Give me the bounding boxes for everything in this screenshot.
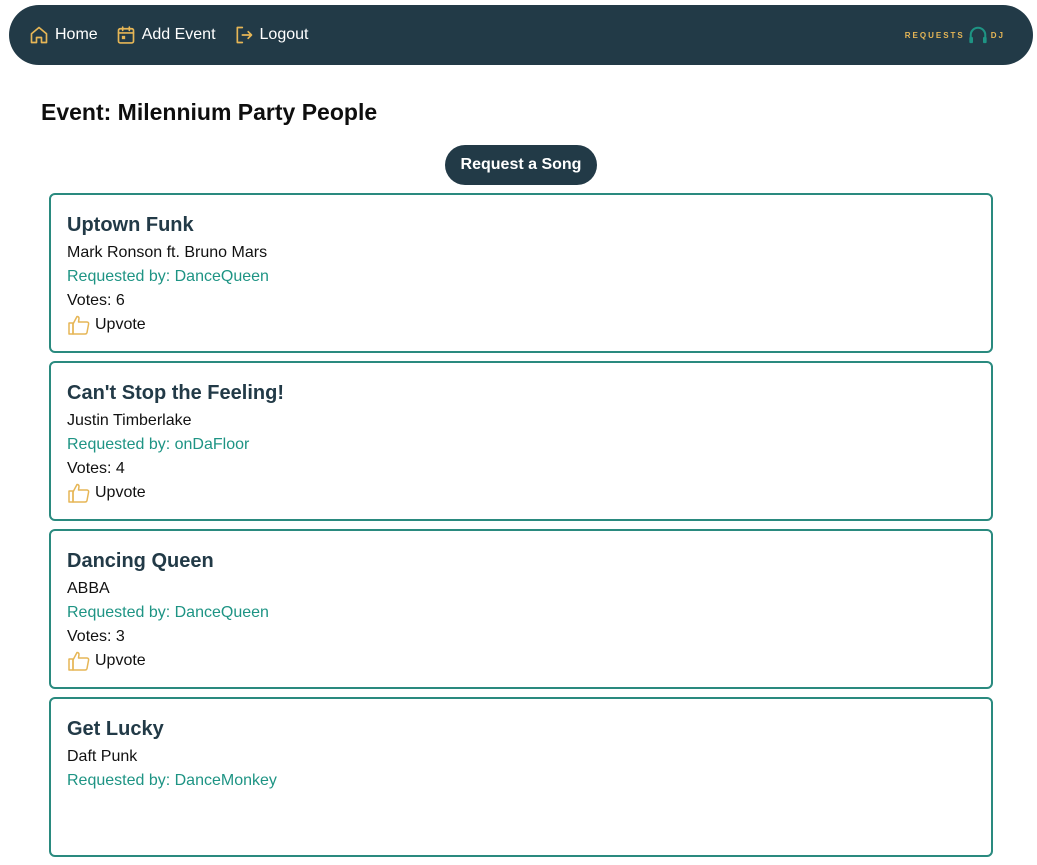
top-navbar: Home Add Event Logout REQUESTS DJ [9,5,1033,65]
calendar-icon [117,26,135,44]
song-artist: Justin Timberlake [67,412,192,429]
thumbs-up-icon [68,651,90,671]
upvote-button[interactable]: Upvote [67,313,146,337]
requests-dj-logo[interactable]: REQUESTS DJ [905,25,1005,45]
upvote-label: Upvote [95,316,146,333]
home-icon [30,26,48,44]
nav-logout[interactable]: Logout [234,25,309,45]
upvote-label: Upvote [95,484,146,501]
nav-home[interactable]: Home [29,25,98,45]
logo-text-left: REQUESTS [904,30,965,40]
song-title: Dancing Queen [67,550,214,572]
song-artist: Daft Punk [67,748,138,765]
song-card: Get Lucky Daft Punk Requested by: DanceM… [49,697,993,857]
nav-add-event[interactable]: Add Event [116,25,216,45]
logo-text-right: DJ [990,30,1005,40]
song-requester: Requested by: DanceQueen [67,268,269,285]
song-requester: Requested by: DanceMonkey [67,772,277,789]
song-votes: Votes: 3 [67,628,125,645]
song-card: Dancing Queen ABBA Requested by: DanceQu… [49,529,993,689]
song-artist: Mark Ronson ft. Bruno Mars [67,244,268,261]
thumbs-up-icon [68,483,90,503]
song-title: Can't Stop the Feeling! [67,382,284,404]
upvote-label: Upvote [95,652,146,669]
song-artist: ABBA [67,580,110,597]
thumbs-up-icon [68,315,90,335]
headphones-icon [969,26,987,44]
song-votes: Votes: 6 [67,292,125,309]
song-requester: Requested by: DanceQueen [67,604,269,621]
song-requester: Requested by: onDaFloor [67,436,250,453]
song-card: Can't Stop the Feeling! Justin Timberlak… [49,361,993,521]
song-votes: Votes: 4 [67,460,125,477]
song-title: Uptown Funk [67,214,194,236]
nav-home-label: Home [55,26,98,43]
song-list: Uptown Funk Mark Ronson ft. Bruno Mars R… [49,193,993,865]
request-song-button[interactable]: Request a Song [445,145,597,185]
upvote-button[interactable]: Upvote [67,649,146,673]
upvote-button[interactable]: Upvote [67,481,146,505]
song-card: Uptown Funk Mark Ronson ft. Bruno Mars R… [49,193,993,353]
logout-icon [236,26,252,44]
nav-logout-label: Logout [259,26,309,43]
page-title: Event: Milennium Party People [41,99,378,125]
song-title: Get Lucky [67,718,164,740]
nav-add-event-label: Add Event [141,26,216,43]
